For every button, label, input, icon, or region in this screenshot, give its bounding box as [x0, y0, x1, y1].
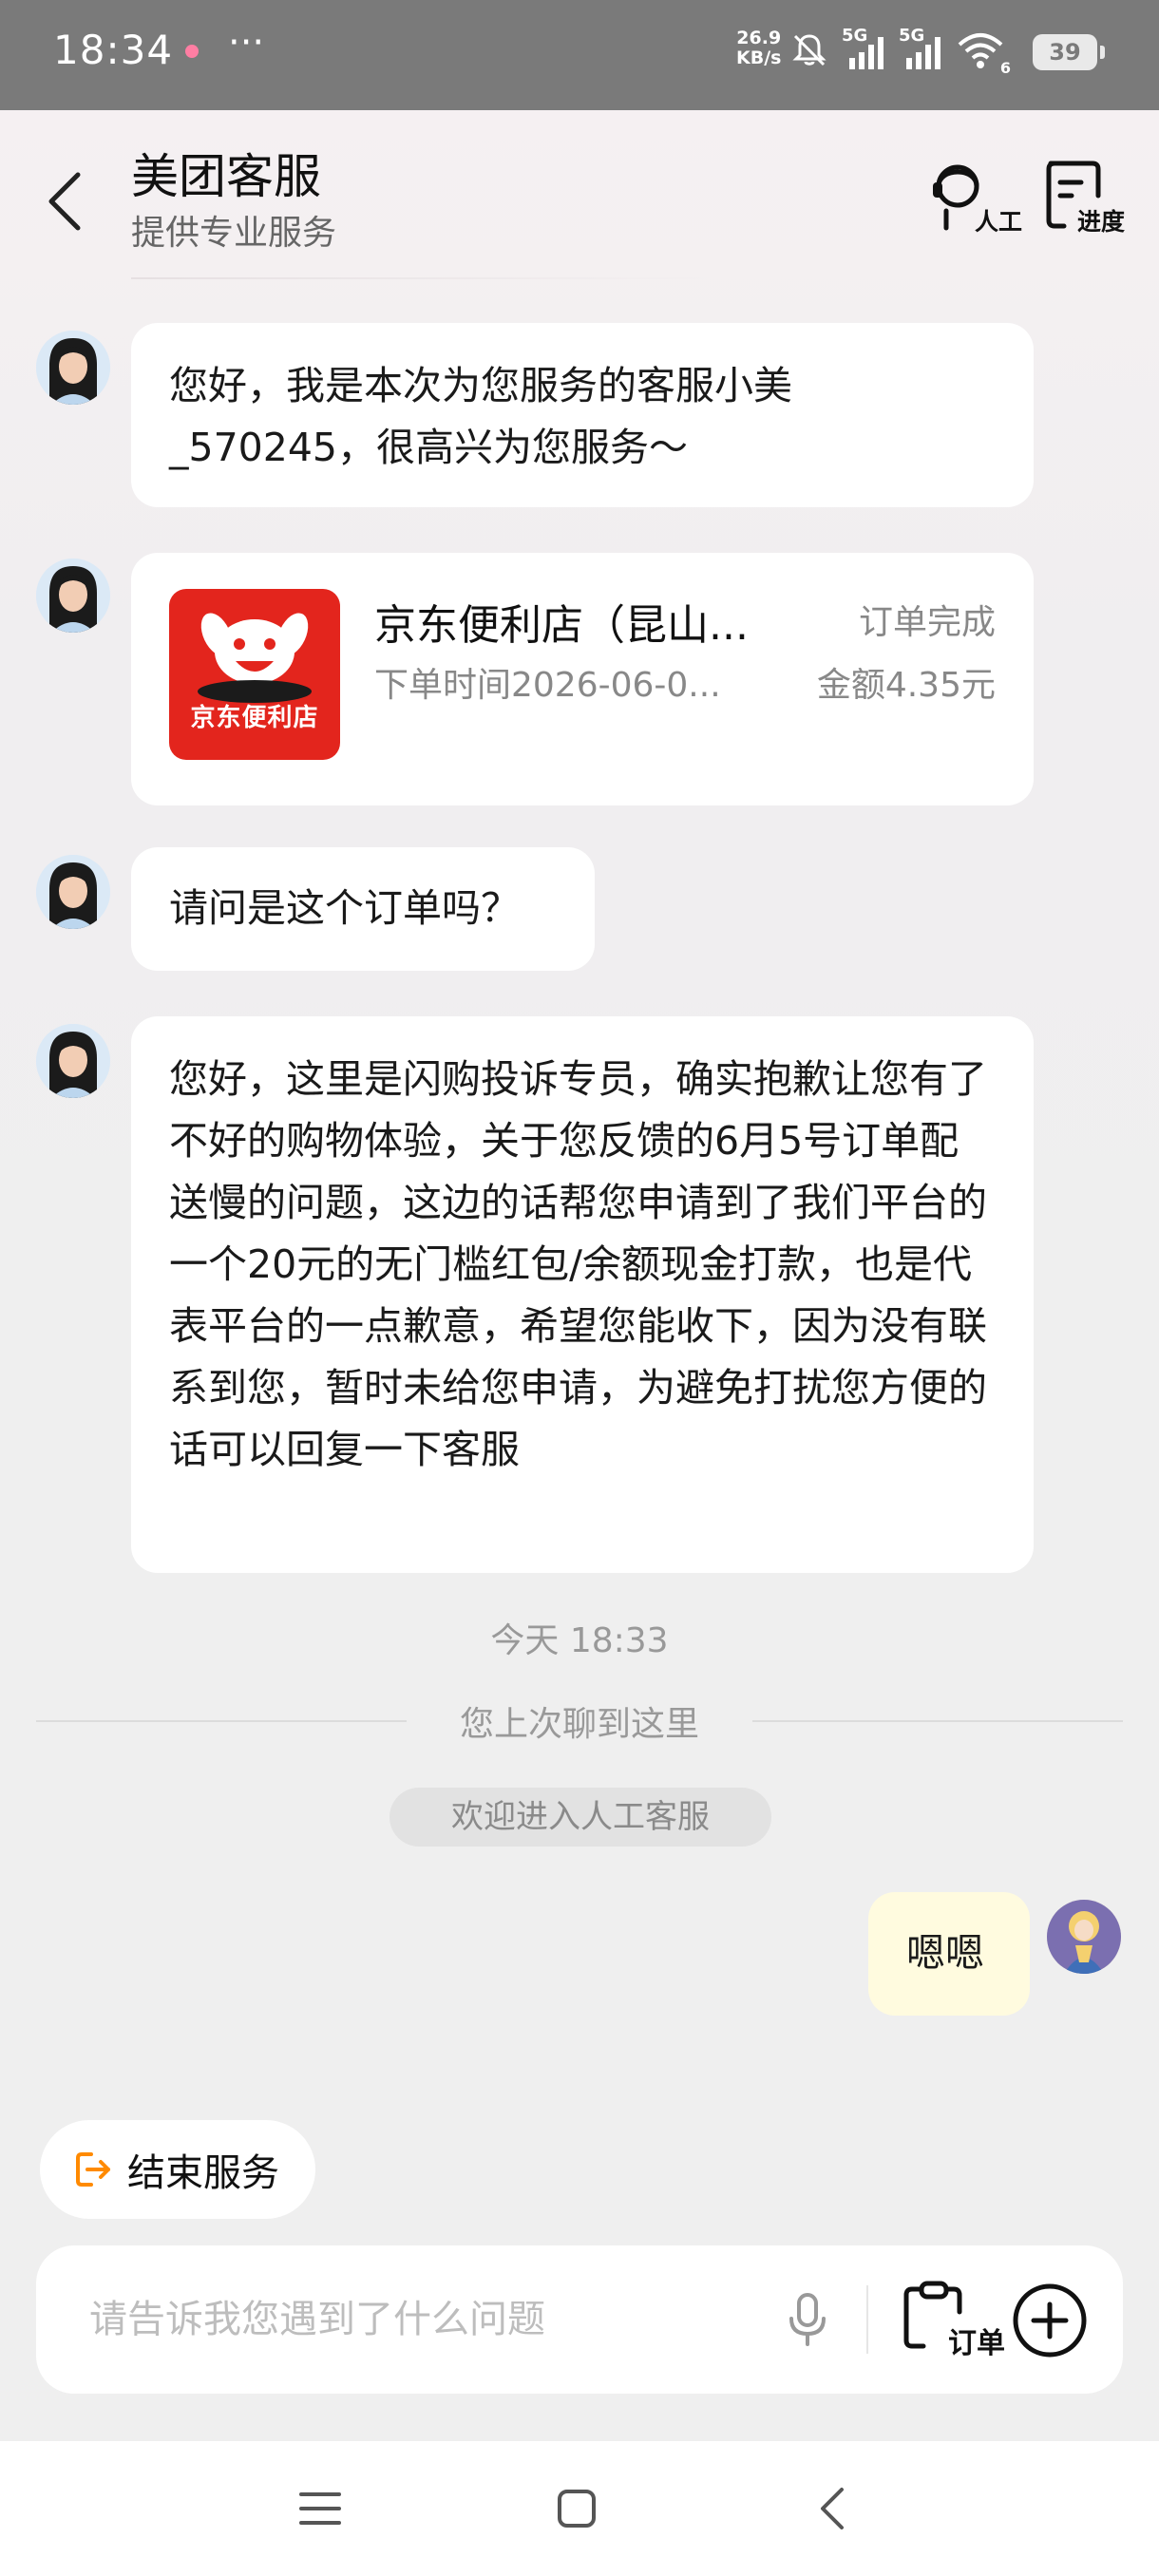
order-card[interactable]: 京东便利店 京东便利店（昆山... 订单完成 下单时间2026-06-0... … [131, 553, 1034, 805]
shop-logo-text: 京东便利店 [190, 704, 319, 732]
battery-indicator: 39 [1033, 34, 1105, 70]
exit-icon [76, 2152, 110, 2187]
more-actions-button[interactable] [1011, 2282, 1089, 2359]
input-bar: 订单 [36, 2245, 1123, 2394]
progress-label: 进度 [1076, 208, 1125, 236]
agent-avatar-icon [36, 331, 110, 405]
agent-message-bubble: 请问是这个订单吗？ [131, 847, 595, 971]
network-speed-value: 26.9 [736, 28, 782, 48]
message-input[interactable] [89, 2289, 754, 2350]
chat-timestamp: 今天 18:33 [490, 1621, 669, 1660]
system-nav-bar [0, 2441, 1159, 2576]
home-square-icon [558, 2490, 596, 2528]
page-subtitle: 提供专业服务 [131, 214, 337, 253]
input-separator [866, 2285, 868, 2354]
order-amount: 金额4.35元 [816, 666, 996, 705]
user-avatar-icon [1047, 1900, 1121, 1974]
more-notifications-icon: ··· [228, 21, 265, 65]
wifi-label: 6 [999, 59, 1011, 77]
order-status: 订单完成 [858, 603, 996, 642]
status-time: 18:34 [53, 27, 174, 73]
agent-avatar-icon [36, 559, 110, 633]
welcome-notice: 欢迎进入人工客服 [390, 1788, 771, 1847]
signal-bars-icon [849, 37, 884, 69]
nav-back-icon [821, 2488, 844, 2529]
last-read-divider: 您上次聊到这里 [36, 1696, 1123, 1744]
agent-avatar-icon [36, 1024, 110, 1098]
agent-avatar [36, 331, 110, 405]
menu-icon [299, 2492, 341, 2525]
jd-dog-logo-icon [198, 613, 312, 703]
nav-home-button[interactable] [543, 2475, 610, 2542]
order-button[interactable]: 订单 [901, 2278, 1005, 2363]
signal-5g-2: 5G [899, 26, 942, 71]
network-speed-unit: KB/s [736, 47, 782, 68]
signal-bars-icon [906, 37, 940, 69]
user-avatar[interactable] [1047, 1900, 1121, 1974]
microphone-icon [789, 2293, 826, 2346]
chat-header: 美团客服 提供专业服务 人工 进度 [0, 110, 1159, 281]
order-shop-name: 京东便利店（昆山... [374, 601, 749, 650]
status-bar: 18:34 ··· 26.9 KB/s 5G 5G 6 39 [0, 0, 1159, 110]
chevron-left-icon [48, 172, 81, 231]
signal-5g-1: 5G [842, 26, 885, 71]
order-button-label: 订单 [948, 2327, 1005, 2360]
order-time: 下单时间2026-06-0... [374, 666, 721, 705]
end-service-label: 结束服务 [127, 2151, 279, 2195]
agent-avatar [36, 559, 110, 633]
agent-message-bubble: 您好，这里是闪购投诉专员，确实抱歉让您有了不好的购物体验，关于您反馈的6月5号订… [131, 1016, 1034, 1573]
back-button[interactable] [38, 163, 91, 239]
wifi: 6 [956, 29, 1011, 77]
page-title: 美团客服 [131, 149, 321, 204]
last-read-text: 您上次聊到这里 [459, 1705, 699, 1744]
end-service-button[interactable]: 结束服务 [40, 2120, 315, 2219]
voice-input-button[interactable] [777, 2289, 838, 2350]
status-icons: 5G 5G 6 [790, 26, 1011, 77]
human-agent-label: 人工 [974, 208, 1022, 236]
agent-avatar [36, 855, 110, 929]
user-message-bubble: 嗯嗯 [868, 1892, 1030, 2016]
human-agent-button[interactable]: 人工 [927, 158, 1022, 243]
mute-bell-icon [792, 34, 826, 66]
agent-avatar-icon [36, 855, 110, 929]
nav-menu-button[interactable] [287, 2475, 353, 2542]
agent-avatar [36, 1024, 110, 1098]
agent-message-bubble: 您好，我是本次为您服务的客服小美_570245，很高兴为您服务～ [131, 323, 1034, 507]
wifi-icon [958, 33, 1003, 68]
progress-button[interactable]: 进度 [1043, 158, 1125, 243]
nav-back-button[interactable] [798, 2475, 864, 2542]
shop-logo: 京东便利店 [169, 589, 340, 760]
plus-circle-icon [1013, 2283, 1087, 2358]
network-speed: 26.9 KB/s [736, 28, 781, 68]
header-divider [131, 277, 711, 279]
notification-dot-icon [185, 45, 199, 58]
